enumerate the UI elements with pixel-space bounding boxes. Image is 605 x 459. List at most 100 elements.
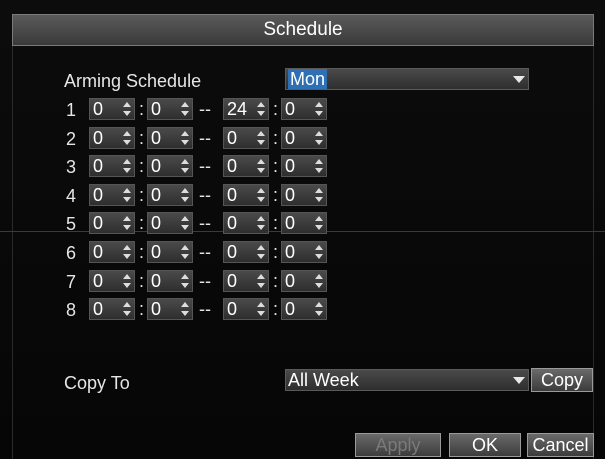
row-number: 6 bbox=[66, 243, 77, 263]
cancel-button[interactable]: Cancel bbox=[527, 433, 594, 457]
end-minute-spinner[interactable]: 0 bbox=[281, 127, 327, 149]
range-dash: -- bbox=[199, 156, 211, 176]
start-hour-spinner[interactable]: 0 bbox=[89, 212, 135, 234]
end-minute-spinner[interactable]: 0 bbox=[281, 184, 327, 206]
start-minute-spinner[interactable]: 0 bbox=[147, 98, 193, 120]
end-hour-spinner[interactable]: 0 bbox=[223, 212, 269, 234]
spinner-arrows-icon[interactable] bbox=[122, 102, 132, 116]
spinner-arrows-icon[interactable] bbox=[180, 102, 190, 116]
time-colon: : bbox=[273, 185, 279, 205]
spinner-arrows-icon[interactable] bbox=[180, 188, 190, 202]
start-minute-spinner-value: 0 bbox=[151, 299, 162, 319]
end-minute-spinner[interactable]: 0 bbox=[281, 98, 327, 120]
copy-button[interactable]: Copy bbox=[531, 368, 593, 392]
spinner-arrows-icon[interactable] bbox=[122, 274, 132, 288]
end-minute-spinner-value: 0 bbox=[285, 299, 296, 319]
spinner-arrows-icon[interactable] bbox=[122, 216, 132, 230]
end-minute-spinner-value: 0 bbox=[285, 99, 296, 119]
range-dash: -- bbox=[199, 213, 211, 233]
start-hour-spinner-value: 0 bbox=[93, 299, 104, 319]
end-minute-spinner[interactable]: 0 bbox=[281, 270, 327, 292]
start-minute-spinner-value: 0 bbox=[151, 271, 162, 291]
row-number: 1 bbox=[66, 100, 77, 120]
spinner-arrows-icon[interactable] bbox=[122, 245, 132, 259]
start-minute-spinner[interactable]: 0 bbox=[147, 127, 193, 149]
time-colon: : bbox=[273, 242, 279, 262]
start-hour-spinner[interactable]: 0 bbox=[89, 184, 135, 206]
spinner-arrows-icon[interactable] bbox=[256, 216, 266, 230]
ok-button[interactable]: OK bbox=[449, 433, 521, 457]
start-minute-spinner[interactable]: 0 bbox=[147, 184, 193, 206]
end-minute-spinner[interactable]: 0 bbox=[281, 155, 327, 177]
spinner-arrows-icon[interactable] bbox=[180, 216, 190, 230]
day-select[interactable]: Mon bbox=[285, 68, 529, 90]
spinner-arrows-icon[interactable] bbox=[314, 245, 324, 259]
end-minute-spinner[interactable]: 0 bbox=[281, 241, 327, 263]
end-hour-spinner[interactable]: 0 bbox=[223, 127, 269, 149]
end-hour-spinner-value: 0 bbox=[227, 128, 238, 148]
start-hour-spinner[interactable]: 0 bbox=[89, 98, 135, 120]
end-hour-spinner[interactable]: 0 bbox=[223, 155, 269, 177]
spinner-arrows-icon[interactable] bbox=[122, 302, 132, 316]
spinner-arrows-icon[interactable] bbox=[256, 245, 266, 259]
spinner-arrows-icon[interactable] bbox=[180, 245, 190, 259]
end-hour-spinner-value: 0 bbox=[227, 299, 238, 319]
spinner-arrows-icon[interactable] bbox=[314, 188, 324, 202]
start-minute-spinner-value: 0 bbox=[151, 128, 162, 148]
spinner-arrows-icon[interactable] bbox=[122, 159, 132, 173]
start-hour-spinner[interactable]: 0 bbox=[89, 155, 135, 177]
end-hour-spinner[interactable]: 0 bbox=[223, 241, 269, 263]
row-number: 2 bbox=[66, 129, 77, 149]
start-minute-spinner[interactable]: 0 bbox=[147, 270, 193, 292]
copy-target-value: All Week bbox=[288, 370, 359, 390]
arming-schedule-label: Arming Schedule bbox=[64, 71, 202, 91]
start-minute-spinner[interactable]: 0 bbox=[147, 241, 193, 263]
spinner-arrows-icon[interactable] bbox=[314, 102, 324, 116]
spinner-arrows-icon[interactable] bbox=[256, 274, 266, 288]
start-hour-spinner[interactable]: 0 bbox=[89, 241, 135, 263]
start-minute-spinner-value: 0 bbox=[151, 242, 162, 262]
spinner-arrows-icon[interactable] bbox=[180, 302, 190, 316]
spinner-arrows-icon[interactable] bbox=[180, 131, 190, 145]
spinner-arrows-icon[interactable] bbox=[256, 302, 266, 316]
end-minute-spinner-value: 0 bbox=[285, 213, 296, 233]
spinner-arrows-icon[interactable] bbox=[314, 159, 324, 173]
spinner-arrows-icon[interactable] bbox=[314, 131, 324, 145]
spinner-arrows-icon[interactable] bbox=[256, 159, 266, 173]
end-minute-spinner[interactable]: 0 bbox=[281, 298, 327, 320]
start-minute-spinner[interactable]: 0 bbox=[147, 298, 193, 320]
end-hour-spinner[interactable]: 24 bbox=[223, 98, 269, 120]
range-dash: -- bbox=[199, 299, 211, 319]
apply-button[interactable]: Apply bbox=[355, 433, 441, 457]
spinner-arrows-icon[interactable] bbox=[314, 274, 324, 288]
start-hour-spinner-value: 0 bbox=[93, 213, 104, 233]
time-colon: : bbox=[139, 271, 145, 291]
spinner-arrows-icon[interactable] bbox=[180, 274, 190, 288]
start-hour-spinner[interactable]: 0 bbox=[89, 127, 135, 149]
start-minute-spinner-value: 0 bbox=[151, 156, 162, 176]
spinner-arrows-icon[interactable] bbox=[256, 131, 266, 145]
spinner-arrows-icon[interactable] bbox=[180, 159, 190, 173]
start-minute-spinner[interactable]: 0 bbox=[147, 212, 193, 234]
copy-to-label: Copy To bbox=[64, 373, 130, 393]
time-colon: : bbox=[139, 156, 145, 176]
time-colon: : bbox=[273, 128, 279, 148]
copy-target-select[interactable]: All Week bbox=[285, 369, 529, 391]
end-minute-spinner-value: 0 bbox=[285, 128, 296, 148]
spinner-arrows-icon[interactable] bbox=[314, 302, 324, 316]
spinner-arrows-icon[interactable] bbox=[122, 188, 132, 202]
end-hour-spinner-value: 24 bbox=[227, 99, 248, 119]
spinner-arrows-icon[interactable] bbox=[256, 102, 266, 116]
spinner-arrows-icon[interactable] bbox=[314, 216, 324, 230]
end-hour-spinner[interactable]: 0 bbox=[223, 184, 269, 206]
start-hour-spinner[interactable]: 0 bbox=[89, 298, 135, 320]
end-hour-spinner[interactable]: 0 bbox=[223, 270, 269, 292]
start-minute-spinner[interactable]: 0 bbox=[147, 155, 193, 177]
range-dash: -- bbox=[199, 242, 211, 262]
spinner-arrows-icon[interactable] bbox=[256, 188, 266, 202]
end-minute-spinner[interactable]: 0 bbox=[281, 212, 327, 234]
start-hour-spinner[interactable]: 0 bbox=[89, 270, 135, 292]
end-hour-spinner-value: 0 bbox=[227, 242, 238, 262]
end-hour-spinner[interactable]: 0 bbox=[223, 298, 269, 320]
spinner-arrows-icon[interactable] bbox=[122, 131, 132, 145]
